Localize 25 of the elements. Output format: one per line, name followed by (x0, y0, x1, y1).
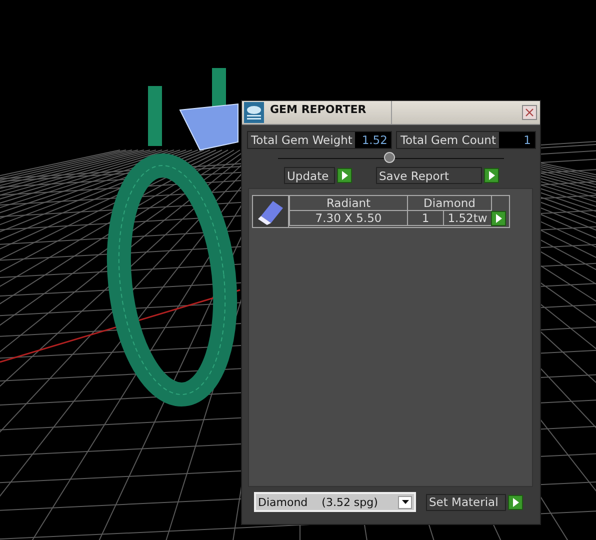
material-dropdown[interactable]: Diamond (3.52 spg) (254, 492, 416, 512)
go-button[interactable] (337, 168, 352, 183)
go-button[interactable] (508, 494, 523, 510)
gem-count: 1 (407, 211, 443, 226)
action-button[interactable]: Save Report (376, 167, 482, 184)
app-icon (244, 102, 264, 123)
window-title: GEM REPORTER (270, 101, 392, 124)
play-icon (488, 171, 495, 180)
slider-handle[interactable] (384, 152, 395, 163)
close-button[interactable] (522, 105, 537, 120)
total-label: Total Gem Weight (248, 132, 356, 148)
play-icon (341, 171, 348, 180)
play-icon (512, 498, 519, 506)
dropdown-button[interactable] (398, 496, 412, 508)
go-button[interactable] (484, 168, 499, 183)
action-button[interactable]: Update (284, 167, 335, 184)
total-value: 1.52 (355, 132, 392, 148)
go-button[interactable] (491, 211, 506, 226)
set-material-button[interactable]: Set Material (426, 494, 506, 510)
gem-material: Diamond (407, 196, 491, 211)
close-icon (525, 108, 534, 117)
gem-size: 7.30 X 5.50 (289, 211, 407, 226)
caret-icon (402, 500, 408, 504)
total-value: 1 (498, 132, 535, 148)
play-icon (495, 214, 502, 223)
